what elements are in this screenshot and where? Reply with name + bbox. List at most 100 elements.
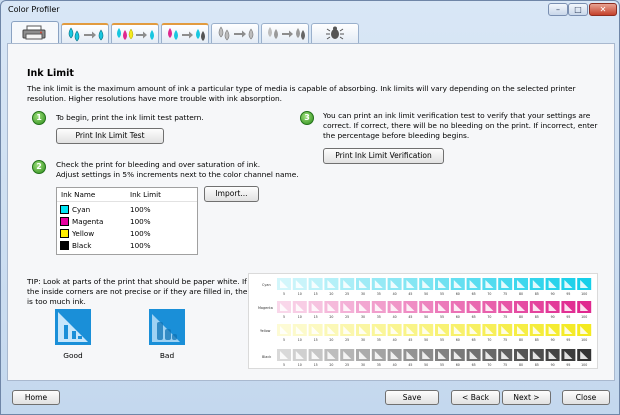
wizard-tab-strip <box>7 21 615 43</box>
ink-row-black[interactable]: Black 100% <box>57 240 197 251</box>
step-2-badge: 2 <box>32 160 46 174</box>
ink-limit-value[interactable]: 100% <box>130 240 151 251</box>
tick-label: 25 <box>345 315 350 319</box>
step-1-text: To begin, print the ink limit test patte… <box>56 113 204 122</box>
tick-label: 30 <box>360 338 366 342</box>
tab-printer[interactable] <box>11 21 59 43</box>
print-ink-limit-verification-button[interactable]: Print Ink Limit Verification <box>323 148 444 164</box>
ink-patch-magenta-75 <box>498 301 513 313</box>
tick-label: 45 <box>408 338 413 342</box>
tick-label: 10 <box>297 292 302 296</box>
ink-row-yellow[interactable]: Yellow 100% <box>57 228 197 239</box>
tick-label: 45 <box>408 292 413 296</box>
step-2-text-line1: Check the print for bleeding and over sa… <box>56 160 261 169</box>
ink-patch-magenta-25 <box>340 301 355 313</box>
ink-patch-yellow-50 <box>419 324 434 336</box>
tick-label: 40 <box>392 315 397 319</box>
tick-label: 60 <box>455 338 460 342</box>
tick-label: 15 <box>313 363 318 367</box>
ink-name: Black <box>72 241 92 250</box>
tick-label: 95 <box>566 338 571 342</box>
tick-label: 10 <box>297 363 302 367</box>
ink-patch-magenta-95 <box>561 301 576 313</box>
ink-patch-black-25 <box>340 349 355 361</box>
ink-limit-value[interactable]: 100% <box>130 204 151 215</box>
bad-label: Bad <box>159 351 175 360</box>
window-title: Color Profiler <box>8 5 60 14</box>
ink-row-cyan[interactable]: Cyan 100% <box>57 204 197 215</box>
tick-label: 45 <box>408 315 413 319</box>
gray-drops-to-drops-icon <box>268 27 305 40</box>
bug-icon <box>326 26 344 40</box>
maximize-button[interactable]: □ <box>568 3 588 16</box>
ink-patch-yellow-15 <box>308 324 323 336</box>
good-sample-icon <box>55 309 91 345</box>
tick-label: 5 <box>282 338 286 342</box>
step-3-text: You can print an ink limit verification … <box>323 111 598 140</box>
tick-label: 15 <box>313 292 318 296</box>
tab-gray-step[interactable] <box>211 23 259 43</box>
ink-patch-yellow-75 <box>498 324 513 336</box>
tick-label: 35 <box>376 292 381 296</box>
black-swatch <box>60 241 69 250</box>
tick-label: 95 <box>566 292 571 296</box>
close-window-button[interactable]: ✕ <box>589 3 617 16</box>
color-profiler-window: Color Profiler – □ ✕ Ink Limit The ink l… <box>0 0 620 415</box>
tick-label: 30 <box>360 363 366 367</box>
home-button[interactable]: Home <box>12 390 60 405</box>
ink-name: Yellow <box>72 229 95 238</box>
step-3-badge: 3 <box>300 111 314 125</box>
cyan-swatch <box>60 205 69 214</box>
ink-name: Cyan <box>72 205 91 214</box>
tab-ink-step[interactable] <box>61 23 109 43</box>
tick-label: 30 <box>360 315 366 319</box>
ink-patch-black-15 <box>308 349 323 361</box>
ink-name: Magenta <box>72 217 104 226</box>
save-button[interactable]: Save <box>385 390 439 405</box>
tick-label: 65 <box>471 363 476 367</box>
close-button[interactable]: Close <box>562 390 610 405</box>
tick-label: 10 <box>297 315 302 319</box>
ink-name-header: Ink Name <box>61 190 96 199</box>
import-button[interactable]: Import... <box>204 186 259 202</box>
tick-label: 25 <box>345 363 350 367</box>
title-bar[interactable]: Color Profiler – □ ✕ <box>1 1 619 19</box>
ink-limit-value[interactable]: 100% <box>130 228 151 239</box>
tick-label: 20 <box>329 363 334 367</box>
ink-patch-black-75 <box>498 349 513 361</box>
tab-cmyk-step[interactable] <box>111 23 159 43</box>
tick-label: 70 <box>487 363 492 367</box>
ink-patch-cyan-15 <box>308 278 323 290</box>
ink-limit-header: Ink Limit <box>130 190 161 199</box>
tab-drops-step[interactable] <box>161 23 209 43</box>
tick-label: 70 <box>487 292 492 296</box>
tick-label: 85 <box>534 315 539 319</box>
tick-label: 20 <box>329 315 334 319</box>
tick-label: 5 <box>282 363 286 367</box>
tick-label: 65 <box>471 338 476 342</box>
bad-sample-icon <box>149 309 185 345</box>
tick-label: 25 <box>345 292 350 296</box>
back-button[interactable]: < Back <box>451 390 500 405</box>
step-2-text-line2: Adjust settings in 5% increments next to… <box>56 170 299 179</box>
ink-patch-cyan-75 <box>498 278 513 290</box>
next-button[interactable]: Next > <box>502 390 551 405</box>
tick-label: 85 <box>534 338 539 342</box>
tick-label: 55 <box>439 338 445 342</box>
tick-label: 45 <box>408 363 413 367</box>
tick-label: 100 <box>581 292 588 296</box>
ink-patch-yellow-95 <box>561 324 576 336</box>
print-ink-limit-test-button[interactable]: Print Ink Limit Test <box>56 128 164 144</box>
ink-limit-value[interactable]: 100% <box>130 216 151 227</box>
tick-label: 20 <box>329 292 334 296</box>
tab-finish-step[interactable] <box>311 23 359 43</box>
tab-gray-drops-step[interactable] <box>261 23 309 43</box>
ink-row-magenta[interactable]: Magenta 100% <box>57 216 197 227</box>
ink-patch-cyan-25 <box>340 278 355 290</box>
tick-label: 40 <box>392 338 397 342</box>
tick-label: 40 <box>392 363 397 367</box>
tick-label: 50 <box>424 338 429 342</box>
tick-label: 85 <box>534 292 539 296</box>
ink-patch-cyan-95 <box>561 278 576 290</box>
minimize-button[interactable]: – <box>548 3 568 16</box>
